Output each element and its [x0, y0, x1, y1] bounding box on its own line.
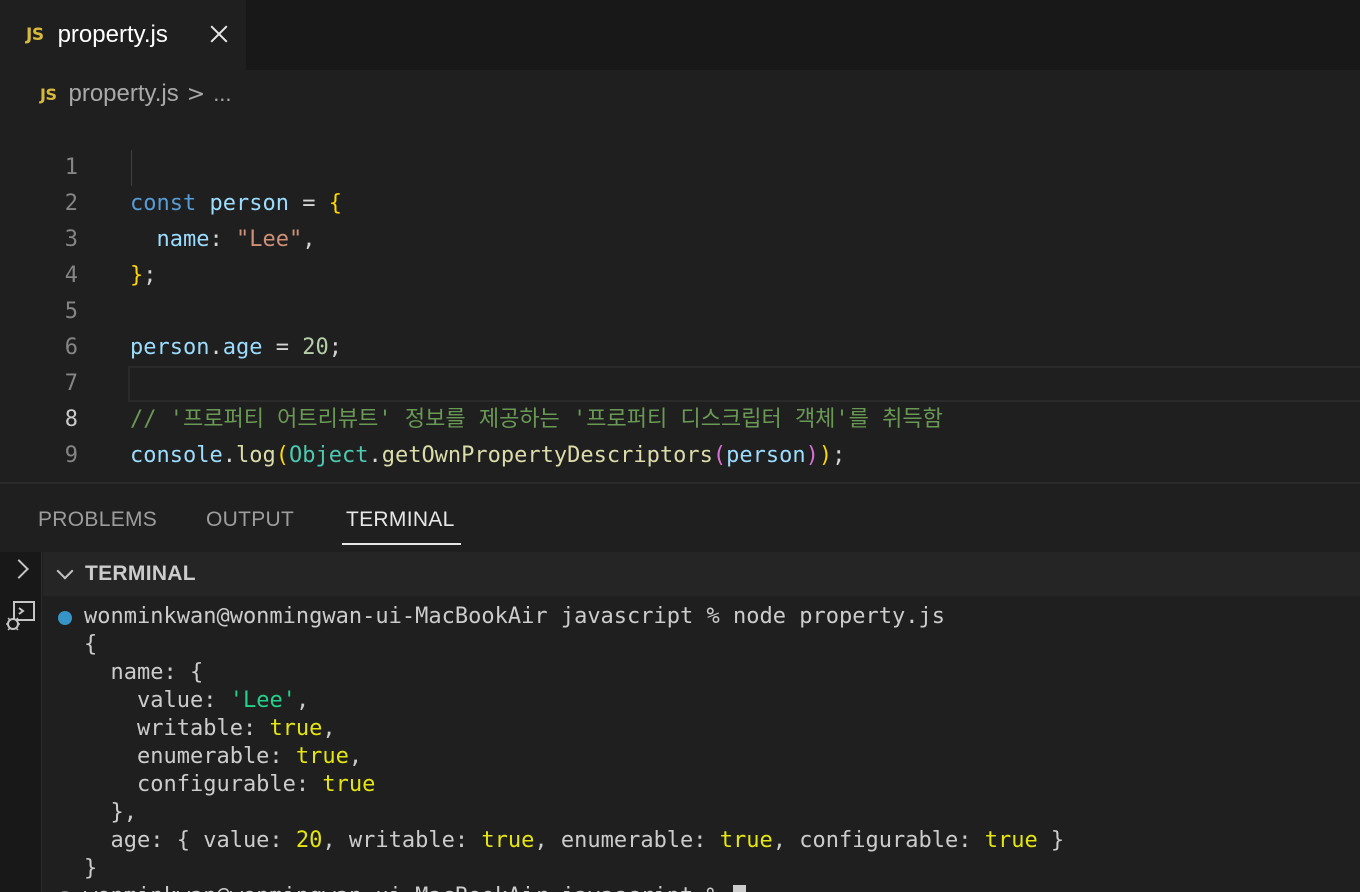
panel-tab-bar: PROBLEMS OUTPUT TERMINAL — [0, 484, 1360, 552]
terminal-section-title: TERMINAL — [85, 562, 196, 585]
terminal-section-header[interactable]: TERMINAL — [43, 552, 1360, 596]
token-semicolon: ; — [832, 443, 846, 468]
chevron-right-icon[interactable] — [9, 559, 29, 579]
code-line-active: 8 console.log(Object.getOwnPropertyDescr… — [0, 366, 1360, 468]
token-bracket: ( — [275, 443, 289, 468]
terminal-number: 20 — [295, 828, 323, 853]
editor-tab-bar: JS property.js — [0, 0, 1360, 70]
terminal-output-line: name: { — [84, 660, 204, 685]
terminal-output[interactable]: wonminkwan@wonmingwan-ui-MacBookAir java… — [43, 596, 1360, 892]
token-function: getOwnPropertyDescriptors — [381, 443, 713, 468]
terminal-output-line: configurable: true — [84, 772, 376, 797]
terminal-output-line: }, — [84, 800, 137, 825]
breadcrumb: JS property.js > ... — [40, 78, 232, 110]
code-line: 7 // '프로퍼티 어트리뷰트' 정보를 제공하는 '프로퍼티 디스크립터 객… — [0, 330, 1360, 432]
terminal-output-line: { — [84, 632, 98, 657]
active-tab-indicator — [342, 543, 461, 545]
terminal-boolean: true — [295, 744, 349, 769]
terminal-output-line: } — [84, 856, 98, 881]
token-bracket: ( — [712, 443, 727, 468]
token-variable: console — [130, 443, 223, 468]
code-line: 3 }; — [0, 186, 1360, 288]
breadcrumb-more[interactable]: ... — [213, 81, 231, 107]
token-class: Object — [288, 443, 369, 468]
terminal-next-prompt[interactable]: wonminkwan@wonmingwan-ui-MacBookAir java… — [84, 883, 747, 892]
token-dot: . — [368, 443, 382, 468]
chevron-down-icon[interactable] — [56, 562, 74, 580]
code-line: 6 — [0, 294, 1360, 360]
terminal-output-line: value: 'Lee', — [84, 688, 310, 713]
code-line: 1 const person = { — [0, 114, 1360, 216]
close-icon[interactable] — [206, 21, 232, 47]
javascript-file-icon: JS — [40, 84, 57, 104]
tab-terminal[interactable]: TERMINAL — [346, 508, 455, 532]
line-number: 9 — [64, 443, 78, 468]
terminal-boolean: true — [719, 828, 773, 853]
terminal-boolean: true — [322, 772, 376, 797]
tab-output[interactable]: OUTPUT — [206, 508, 294, 532]
command-status-icon[interactable] — [58, 611, 72, 625]
chevron-right-icon: > — [186, 81, 206, 107]
token-dot: . — [222, 443, 236, 468]
breadcrumb-file[interactable]: property.js — [68, 80, 178, 108]
terminal-prompt-line: wonminkwan@wonmingwan-ui-MacBookAir java… — [84, 604, 945, 629]
terminal-output-line: writable: true, — [84, 716, 336, 741]
code-editor[interactable]: 1 const person = { 2 name: "Lee", 3 }; 4… — [0, 114, 1360, 482]
token-bracket: ) — [818, 443, 833, 468]
editor-tab-property-js[interactable]: JS property.js — [0, 0, 246, 70]
code-line: 9 — [0, 402, 1360, 468]
debug-console-icon[interactable] — [4, 600, 36, 632]
code-line: 5 person.age = 20; — [0, 258, 1360, 360]
terminal-boolean: true — [269, 716, 323, 741]
token-function: log — [235, 443, 276, 468]
terminal-boolean: true — [984, 828, 1038, 853]
terminal-output-line: enumerable: true, — [84, 744, 363, 769]
code-line: 4 — [0, 222, 1360, 288]
terminal-output-line: age: { value: 20, writable: true, enumer… — [84, 828, 1065, 853]
code-line: 2 name: "Lee", — [0, 150, 1360, 252]
token-bracket: ) — [805, 443, 819, 468]
tab-problems[interactable]: PROBLEMS — [38, 508, 157, 532]
terminal-string: 'Lee' — [229, 688, 296, 713]
terminal-boolean: true — [481, 828, 535, 853]
tab-title: property.js — [57, 21, 168, 48]
terminal-cursor — [733, 885, 747, 892]
javascript-file-icon: JS — [26, 25, 44, 45]
token-variable: person — [726, 443, 806, 468]
panel-side-strip — [0, 552, 42, 892]
